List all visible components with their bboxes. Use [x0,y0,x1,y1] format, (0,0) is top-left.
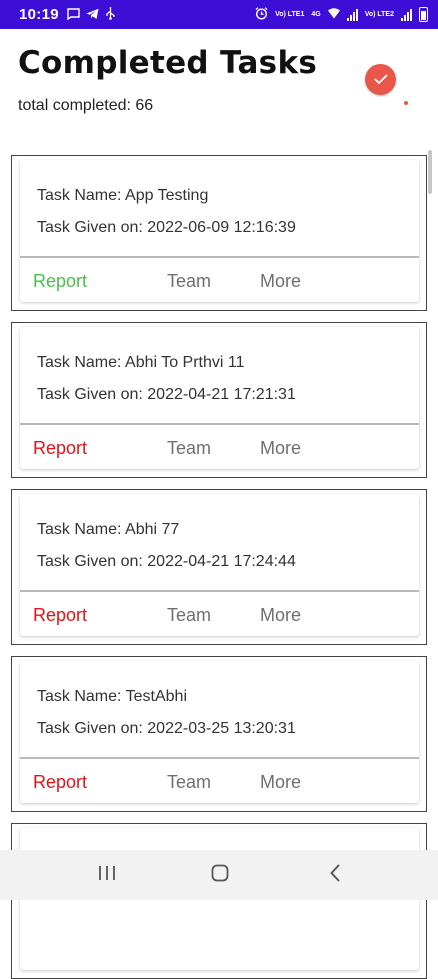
more-button[interactable]: More [260,438,301,459]
task-card-body: Task Name: TestAbhi Task Given on: 2022-… [20,661,419,803]
task-date: Task Given on: 2022-06-09 12:16:39 [37,219,296,236]
task-name: Task Name: Abhi 77 [37,521,180,538]
task-date: Task Given on: 2022-04-21 17:24:44 [37,553,296,570]
message-icon [67,7,80,22]
status-right-icons: Vo) LTE1 4G Vo) LTE2 [255,7,428,22]
report-button[interactable]: Report [33,605,87,626]
task-name: Task Name: App Testing [37,187,209,204]
usb-icon [105,7,116,22]
more-button[interactable]: More [260,271,301,292]
indicator-dot-icon [404,101,408,105]
status-time: 10:19 [19,6,59,23]
task-card-body: Task Name: App Testing Task Given on: 20… [20,160,419,302]
page-title: Completed Tasks [18,45,318,81]
home-button[interactable] [190,850,250,900]
divider [20,590,419,592]
team-button[interactable]: Team [167,605,211,626]
team-button[interactable]: Team [167,271,211,292]
team-button[interactable]: Team [167,438,211,459]
back-button[interactable] [305,850,365,900]
divider [20,423,419,425]
report-button[interactable]: Report [33,772,87,793]
telegram-icon [86,8,99,22]
signal-lte2-icon [401,8,412,21]
signal-lte1-icon [346,8,358,21]
task-card [11,823,427,979]
divider [20,757,419,759]
navigation-bar [0,850,438,900]
battery-icon [419,7,428,22]
more-button[interactable]: More [260,605,301,626]
scrollbar[interactable] [428,150,432,194]
status-left-icons [67,7,116,22]
total-completed-label: total completed: 66 [18,97,154,114]
divider [20,256,419,258]
back-icon [329,864,341,887]
recents-icon [98,865,116,886]
report-button[interactable]: Report [33,438,87,459]
network-4g-label: 4G [311,11,321,18]
signal-lte2-label: Vo) LTE2 [364,11,394,18]
task-date: Task Given on: 2022-03-25 13:20:31 [37,720,296,737]
alarm-icon [255,7,268,22]
task-card: Task Name: Abhi 77 Task Given on: 2022-0… [11,489,427,645]
wifi-icon [327,8,340,21]
status-bar: 10:19 Vo) LTE1 4G Vo) LTE2 [0,0,438,29]
task-card: Task Name: TestAbhi Task Given on: 2022-… [11,656,427,812]
task-card-body: Task Name: Abhi 77 Task Given on: 2022-0… [20,494,419,636]
check-circle-icon[interactable] [365,64,396,95]
team-button[interactable]: Team [167,772,211,793]
task-card: Task Name: Abhi To Prthvi 11 Task Given … [11,322,427,478]
signal-lte1-label: Vo) LTE1 [275,11,305,18]
home-icon [211,864,229,887]
task-name: Task Name: TestAbhi [37,688,187,705]
more-button[interactable]: More [260,772,301,793]
task-date: Task Given on: 2022-04-21 17:21:31 [37,386,296,403]
task-card: Task Name: App Testing Task Given on: 20… [11,155,427,311]
recents-button[interactable] [77,850,137,900]
report-button[interactable]: Report [33,271,87,292]
task-card-body: Task Name: Abhi To Prthvi 11 Task Given … [20,327,419,469]
task-name: Task Name: Abhi To Prthvi 11 [37,354,245,371]
